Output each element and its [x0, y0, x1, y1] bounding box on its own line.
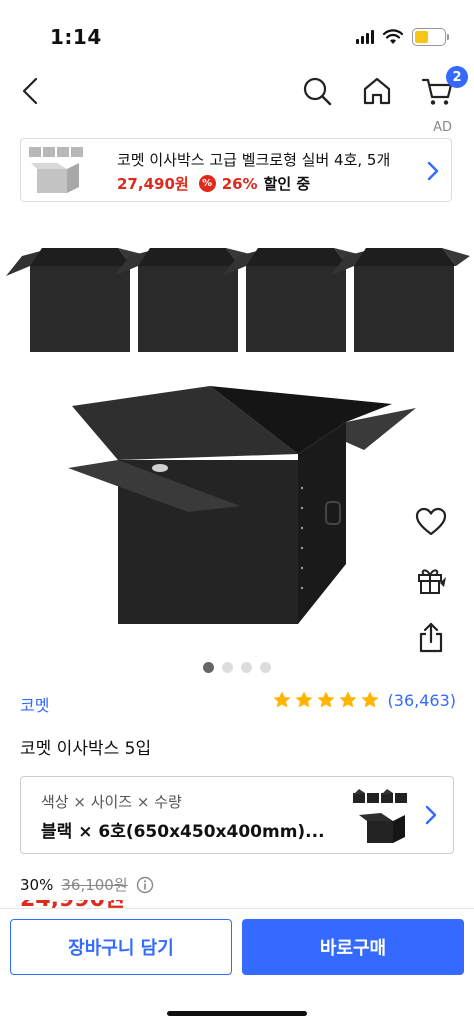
cart-count-badge: 2 [446, 66, 468, 88]
star-icon [273, 691, 291, 708]
review-count[interactable]: (36,463) [388, 691, 456, 710]
gallery-dot[interactable] [203, 662, 214, 673]
wifi-icon [382, 29, 404, 44]
option-thumbnail [353, 789, 407, 843]
ad-title: 코멧 이사박스 고급 벨크로형 실버 4호, 5개 [117, 151, 391, 169]
ad-price-row: 27,490원 % 26% 할인 중 [117, 173, 310, 194]
rating[interactable]: (36,463) [272, 690, 456, 710]
battery-level [415, 31, 428, 43]
product-title: 코멧 이사박스 5입 [20, 739, 152, 759]
home-icon[interactable] [360, 74, 394, 108]
buy-now-button[interactable]: 바로구매 [242, 919, 464, 975]
add-to-cart-button[interactable]: 장바구니 담기 [10, 919, 232, 975]
home-indicator [167, 1011, 307, 1016]
status-icons [356, 28, 449, 46]
chevron-left-icon[interactable] [18, 76, 44, 106]
status-bar: 1:14 [0, 0, 474, 70]
option-selector[interactable]: 색상 × 사이즈 × 수량 블랙 × 6호(650x450x400mm)... [20, 776, 454, 854]
share-icon[interactable] [414, 621, 448, 655]
ad-banner[interactable]: 코멧 이사박스 고급 벨크로형 실버 4호, 5개 27,490원 % 26% … [20, 138, 452, 202]
ad-discount: 26% [221, 174, 258, 193]
top-nav [0, 68, 474, 114]
option-value: 블랙 × 6호(650x450x400mm)... [41, 822, 325, 842]
heart-icon[interactable] [414, 505, 448, 539]
option-label: 색상 × 사이즈 × 수량 [41, 793, 182, 811]
sale-price-text: 24,990원 [20, 900, 125, 908]
info-icon[interactable] [136, 876, 154, 894]
search-icon[interactable] [300, 74, 334, 108]
chevron-right-icon [427, 161, 439, 181]
ad-price: 27,490원 [117, 175, 189, 193]
product-image-gallery[interactable] [0, 226, 474, 676]
star-icon [317, 691, 335, 708]
gallery-dot[interactable] [222, 662, 233, 673]
discount-rate: 30% [20, 875, 54, 894]
bottom-action-bar: 장바구니 담기 바로구매 [0, 908, 474, 1026]
cellular-signal-icon [356, 30, 374, 44]
gallery-dot[interactable] [260, 662, 271, 673]
product-image [6, 248, 470, 624]
star-icon [361, 691, 379, 708]
brand-link[interactable]: 코멧 [20, 692, 49, 716]
gallery-dot[interactable] [241, 662, 252, 673]
gift-icon[interactable] [414, 563, 448, 597]
star-icon [339, 691, 357, 708]
ad-product-thumbnail [29, 147, 83, 193]
status-time: 1:14 [50, 25, 102, 49]
discount-coupon-icon: % [198, 175, 216, 192]
price-row: 30% 36,100원 [20, 874, 154, 895]
ad-label: AD [433, 120, 452, 135]
ad-discount-label: 할인 중 [263, 175, 311, 193]
battery-icon [412, 28, 449, 46]
star-icon [295, 691, 313, 708]
sale-price: 24,990원 [20, 900, 125, 908]
original-price: 36,100원 [61, 876, 128, 894]
chevron-right-icon [425, 805, 437, 825]
gallery-pagination [0, 662, 474, 673]
